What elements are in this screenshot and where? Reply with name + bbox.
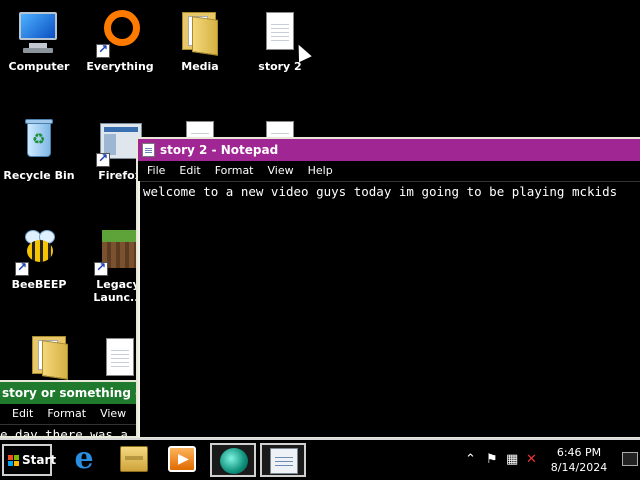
menu-view[interactable]: View <box>261 161 301 181</box>
window-title: story 2 - Notepad <box>160 143 279 157</box>
start-label: Start <box>22 453 57 467</box>
media-player-icon <box>168 446 196 472</box>
clock-date: 8/14/2024 <box>550 461 608 474</box>
desktop-icon-folder-hidden[interactable] <box>12 334 88 384</box>
window-title: story or something - Not <box>2 386 136 400</box>
folder-icon <box>28 334 72 380</box>
desktop-icon-story-2[interactable]: story 2 <box>242 10 318 73</box>
clock-time: 6:46 PM <box>556 446 602 459</box>
recycle-bin-icon <box>17 119 61 165</box>
taskbar-button-internet-explorer[interactable]: e <box>62 443 108 477</box>
system-tray: ⌃ ⚑ ▦ ✕ 6:46 PM 8/14/2024 <box>460 440 640 480</box>
feather-app-icon <box>220 448 248 474</box>
menu-bar: File Edit Format View Help <box>138 161 640 181</box>
desktop-icon-label: story 2 <box>258 60 302 73</box>
notepad-window-story-or-something[interactable]: story or something - Not EditFormatViewH… <box>0 380 138 438</box>
menu-help[interactable]: Help <box>301 161 340 181</box>
windows-logo-icon <box>8 455 20 466</box>
computer-icon <box>17 10 61 56</box>
taskbar-button-media-player[interactable] <box>160 443 206 477</box>
window-titlebar[interactable]: story 2 - Notepad <box>138 139 640 161</box>
folder-icon <box>178 10 222 56</box>
clock[interactable]: 6:46 PM 8/14/2024 <box>540 445 618 475</box>
notepad-icon <box>270 448 298 474</box>
menu-edit[interactable]: Edit <box>0 404 40 424</box>
shortcut-arrow-icon <box>94 260 108 276</box>
file-explorer-icon <box>120 446 148 472</box>
notepad-window-story-2[interactable]: story 2 - Notepad File Edit Format View Help… <box>136 137 640 439</box>
internet-explorer-icon: e <box>74 441 94 476</box>
text-editor[interactable]: welcome to a new video guys today im goi… <box>140 181 640 437</box>
show-desktop-button[interactable] <box>622 452 638 466</box>
flag-icon[interactable]: ⚑ <box>486 453 498 467</box>
menu-format[interactable]: Format <box>208 161 261 181</box>
minecraft-launcher-icon <box>94 228 140 276</box>
chevron-up-icon[interactable]: ⌃ <box>465 453 476 467</box>
menu-file[interactable]: File <box>138 161 172 181</box>
shortcut-arrow-icon <box>96 42 110 58</box>
desktop-icon-label: BeeBEEP <box>11 278 67 291</box>
menu-view[interactable]: View <box>93 404 133 424</box>
desktop-icon-computer[interactable]: Computer <box>1 10 77 73</box>
volume-muted-icon[interactable]: ✕ <box>526 453 537 467</box>
notepad-icon <box>142 143 155 157</box>
menu-format[interactable]: Format <box>40 404 93 424</box>
desktop-icon-label: Media <box>181 60 219 73</box>
taskbar: Start e ⌃ ⚑ ▦ ✕ 6:46 PM 8/14/2024 <box>0 438 640 480</box>
desktop-icon-label: Computer <box>8 60 70 73</box>
desktop-icon-everything[interactable]: Everything <box>82 10 158 73</box>
text-editor[interactable]: e day there was a <box>0 424 136 436</box>
taskbar-button-feather-app[interactable] <box>210 443 256 477</box>
beebeep-icon <box>15 228 61 276</box>
menu-bar: EditFormatViewHe <box>0 404 136 424</box>
desktop-icon-label: Everything <box>86 60 154 73</box>
desktop-icon-recycle-bin[interactable]: Recycle Bin <box>1 119 77 182</box>
window-titlebar[interactable]: story or something - Not <box>0 382 136 404</box>
shortcut-arrow-icon <box>15 260 29 276</box>
taskbar-button-file-explorer[interactable] <box>112 443 158 477</box>
everything-icon <box>96 10 142 58</box>
desktop-icon-beebeep[interactable]: BeeBEEP <box>1 228 77 291</box>
shortcut-arrow-icon <box>96 151 110 167</box>
desktop-icon-label: Recycle Bin <box>3 169 75 182</box>
start-button[interactable]: Start <box>2 444 56 476</box>
menu-edit[interactable]: Edit <box>172 161 207 181</box>
desktop-icon-media[interactable]: Media <box>162 10 238 73</box>
taskbar-button-notepad[interactable] <box>260 443 306 477</box>
network-icon[interactable]: ▦ <box>506 453 518 467</box>
